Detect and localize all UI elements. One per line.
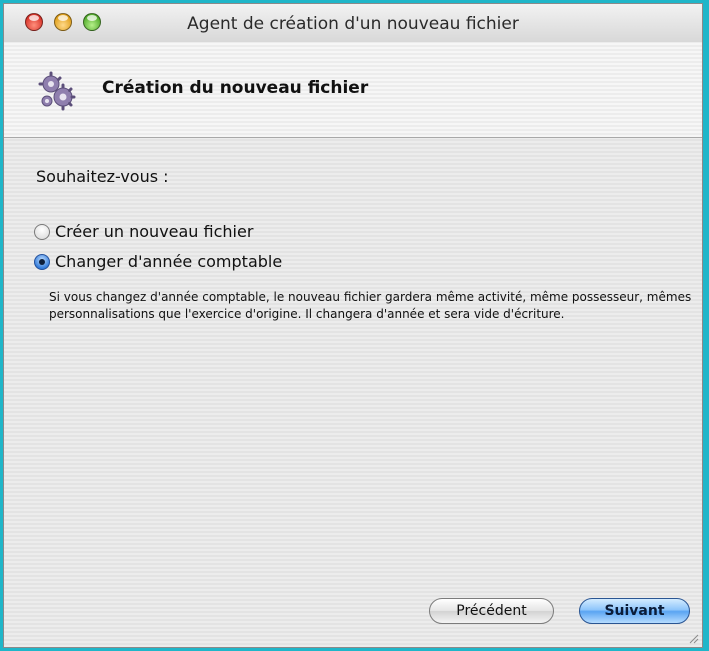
- option-new-file[interactable]: Créer un nouveau fichier: [34, 222, 253, 241]
- title-bar[interactable]: Agent de création d'un nouveau fichier: [4, 4, 702, 43]
- gears-icon: [38, 71, 76, 111]
- radio-change-year[interactable]: [34, 253, 50, 270]
- option-change-year[interactable]: Changer d'année comptable: [34, 252, 282, 271]
- resize-grip-icon[interactable]: [687, 632, 699, 644]
- wizard-header: Création du nouveau fichier: [4, 42, 702, 138]
- window-title: Agent de création d'un nouveau fichier: [187, 14, 519, 34]
- option-change-year-label[interactable]: Changer d'année comptable: [55, 252, 282, 271]
- previous-button[interactable]: Précédent: [429, 598, 554, 624]
- radio-new-file[interactable]: [34, 223, 50, 240]
- option-new-file-label[interactable]: Créer un nouveau fichier: [55, 222, 253, 241]
- question-label: Souhaitez-vous :: [36, 167, 169, 186]
- header-title: Création du nouveau fichier: [102, 78, 369, 98]
- wizard-window: Agent de création d'un nouveau fichier C…: [3, 3, 703, 648]
- next-button[interactable]: Suivant: [579, 598, 690, 624]
- option-description: Si vous changez d'année comptable, le no…: [49, 290, 692, 321]
